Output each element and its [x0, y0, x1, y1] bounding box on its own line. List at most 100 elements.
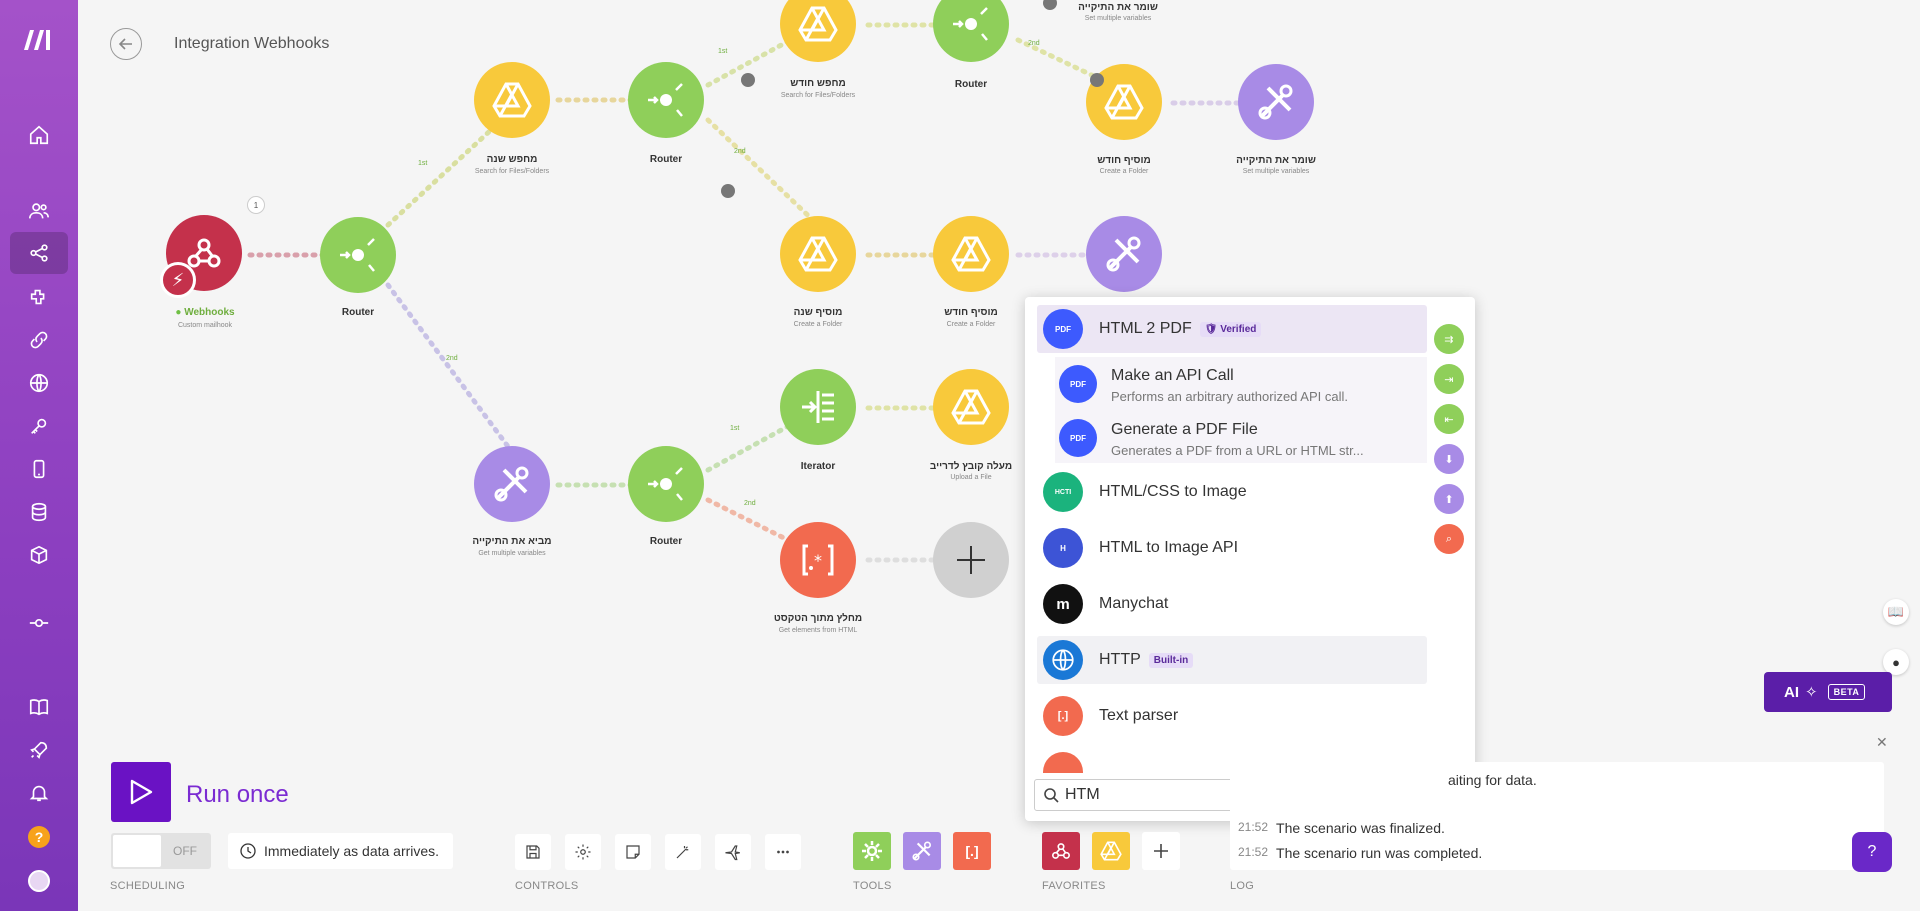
node-label: ● Webhooks	[175, 307, 235, 318]
search-icon	[1044, 788, 1059, 803]
google-drive-icon	[492, 82, 532, 118]
google-drive-node[interactable]	[780, 216, 856, 292]
aggregator-shortcut-icon[interactable]: ⇥	[1434, 364, 1464, 394]
tools-node[interactable]	[1238, 64, 1314, 140]
help-chat-button[interactable]: ?	[1852, 832, 1892, 872]
tools-tool[interactable]	[903, 832, 941, 870]
app-item-html-css-to-image[interactable]: HCTI HTML/CSS to Image	[1037, 468, 1427, 516]
sparkle-icon: ✧	[1805, 684, 1818, 701]
clock-icon	[240, 843, 256, 859]
book-icon[interactable]: 📖	[1883, 599, 1909, 625]
team-icon[interactable]	[10, 190, 68, 232]
get-variable-shortcut-icon[interactable]: ⬇	[1434, 444, 1464, 474]
schedule-setting[interactable]: Immediately as data arrives.	[228, 833, 454, 869]
router-icon	[340, 238, 375, 272]
router-node[interactable]	[320, 217, 396, 293]
run-once-label[interactable]: Run once	[186, 781, 289, 809]
iterator-shortcut-icon[interactable]: ⇤	[1434, 404, 1464, 434]
google-drive-icon	[798, 236, 838, 272]
google-drive-node[interactable]	[474, 62, 550, 138]
action-item-api-call[interactable]: PDF Make an API Call Performs an arbitra…	[1055, 357, 1427, 411]
app-item-manychat[interactable]: m Manychat	[1037, 580, 1427, 628]
route-label: 2nd	[446, 355, 458, 362]
app-item-http[interactable]: HTTP Built-in	[1037, 636, 1427, 684]
tools-node[interactable]	[1086, 216, 1162, 292]
rocket-icon[interactable]	[10, 729, 68, 771]
templates-icon[interactable]	[10, 276, 68, 318]
node-sub: Upload a File	[950, 474, 992, 481]
datastructures-icon[interactable]	[10, 534, 68, 576]
built-in-badge: Built-in	[1148, 652, 1194, 668]
node-sub: Custom mailhook	[177, 322, 233, 329]
node-sub: Set multiple variables	[1242, 168, 1310, 175]
webhooks-icon[interactable]	[10, 362, 68, 404]
parser-shortcut-icon[interactable]: ⌕	[1434, 524, 1464, 554]
filter-icon[interactable]	[1090, 73, 1104, 87]
keys-icon[interactable]	[10, 405, 68, 447]
svg-text:*: *	[814, 551, 822, 570]
save-button[interactable]	[515, 834, 551, 870]
notes-button[interactable]	[615, 834, 651, 870]
scenarios-icon[interactable]	[10, 232, 68, 274]
notifications-icon[interactable]	[10, 772, 68, 814]
add-favorite-button[interactable]	[1142, 832, 1180, 870]
flow-control-icon[interactable]	[10, 602, 68, 644]
app-item-text-parser[interactable]: [.] Text parser	[1037, 692, 1427, 740]
filter-icon[interactable]	[741, 73, 755, 87]
home-icon[interactable]	[10, 114, 68, 156]
section-label-favorites: FAVORITES	[1042, 880, 1106, 892]
node-label: Router	[341, 307, 375, 318]
node-label: שומר את התיקייה	[1078, 2, 1158, 13]
node-label: Router	[649, 536, 683, 547]
text-parser-tool[interactable]: [.]	[953, 832, 991, 870]
close-log-icon[interactable]: ✕	[1876, 734, 1888, 751]
note-icon	[626, 845, 640, 859]
docs-icon[interactable]	[10, 686, 68, 728]
help-icon[interactable]: ?	[28, 826, 50, 848]
tools-node[interactable]	[474, 446, 550, 522]
app-item-html-to-image-api[interactable]: H HTML to Image API	[1037, 524, 1427, 572]
ai-assistant-button[interactable]: AI ✧ BETA	[1764, 672, 1892, 712]
section-label-scheduling: SCHEDULING	[110, 880, 186, 892]
filter-icon[interactable]	[721, 184, 735, 198]
add-module-node[interactable]	[933, 522, 1009, 598]
router-node[interactable]	[628, 446, 704, 522]
node-label: מוסיף חודש	[1097, 155, 1151, 166]
pdf-icon: PDF	[1059, 419, 1097, 457]
action-item-generate-pdf[interactable]: PDF Generate a PDF File Generates a PDF …	[1055, 411, 1427, 465]
scenario-canvas[interactable]: ⚡ 1 ● Webhooks Custom mailhook Router מח…	[78, 0, 1920, 780]
app-list: PDF HTML 2 PDF 🛡 Verified PDF Make an AP…	[1037, 305, 1427, 773]
flow-control-tool[interactable]	[853, 832, 891, 870]
router-shortcut-icon[interactable]: ⇉	[1434, 324, 1464, 354]
explain-flow-button[interactable]	[715, 834, 751, 870]
save-icon	[526, 845, 540, 859]
iterator-node[interactable]	[780, 369, 856, 445]
settings-button[interactable]	[565, 834, 601, 870]
more-options-button[interactable]	[765, 834, 801, 870]
auto-align-button[interactable]	[665, 834, 701, 870]
chat-icon: ?	[1867, 843, 1877, 860]
google-drive-icon	[1100, 841, 1122, 861]
router-node[interactable]	[628, 62, 704, 138]
node-sub: Create a Folder	[793, 321, 843, 328]
devices-icon[interactable]	[10, 448, 68, 490]
module-picker: PDF HTML 2 PDF 🛡 Verified PDF Make an AP…	[1025, 297, 1475, 821]
user-avatar[interactable]	[28, 870, 50, 892]
make-logo[interactable]	[20, 26, 58, 52]
google-drive-node[interactable]	[933, 216, 1009, 292]
app-label: HTML to Image API	[1099, 539, 1239, 556]
play-icon	[130, 779, 153, 805]
run-once-button[interactable]	[111, 762, 171, 822]
favorite-google-drive[interactable]	[1092, 832, 1130, 870]
set-variable-shortcut-icon[interactable]: ⬆	[1434, 484, 1464, 514]
datastores-icon[interactable]	[10, 491, 68, 533]
google-drive-node[interactable]	[933, 369, 1009, 445]
section-label-controls: CONTROLS	[515, 880, 579, 892]
ellipsis-icon	[777, 850, 789, 854]
app-item-html2pdf[interactable]: PDF HTML 2 PDF 🛡 Verified	[1037, 305, 1427, 353]
instant-trigger-icon: ⚡	[160, 262, 196, 298]
favorite-webhooks[interactable]	[1042, 832, 1080, 870]
scheduling-toggle[interactable]: OFF	[111, 833, 211, 869]
connections-icon[interactable]	[10, 319, 68, 361]
text-parser-node[interactable]: *	[780, 522, 856, 598]
